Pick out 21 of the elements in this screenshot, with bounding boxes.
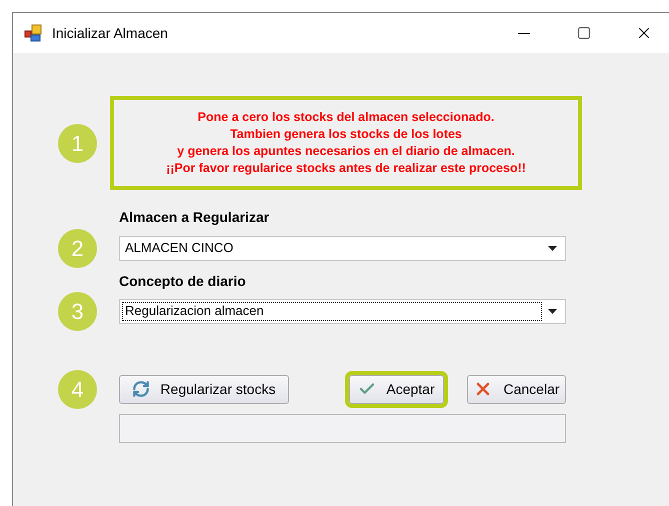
notice-text: ¡¡Por favor regularice stocks antes de realizar este proceso!! (166, 160, 526, 177)
minimize-icon (518, 32, 530, 34)
regularize-button[interactable]: Regularizar stocks (119, 374, 289, 404)
step-number: 3 (58, 292, 97, 330)
step-number: 2 (58, 228, 97, 268)
refresh-icon (132, 380, 150, 398)
app-icon (24, 24, 42, 42)
field-label: Concepto de diario (119, 272, 247, 289)
dropdown-arrow-icon (548, 246, 557, 250)
step-number: 4 (58, 370, 97, 408)
dropdown-arrow-icon (548, 308, 557, 314)
field-label: Almacen a Regularizar (119, 208, 270, 225)
notice-text: Pone a cero los stocks del almacen seleccionado. (198, 109, 494, 126)
maximize-icon (577, 26, 591, 40)
dropdown-field[interactable]: ALMACEN CINCO (119, 236, 566, 260)
step-number: 1 (58, 124, 97, 162)
window-title: Inicializar Almacen (52, 24, 168, 42)
cancel-button[interactable]: Cancelar (467, 374, 566, 404)
dropdown-field[interactable]: Regularizacion almacen (119, 298, 566, 324)
notice-text: y genera los apuntes necesarios en el diario de almacen. (177, 143, 515, 160)
notice-text: Tambien genera los stocks de los lotes (230, 126, 462, 143)
